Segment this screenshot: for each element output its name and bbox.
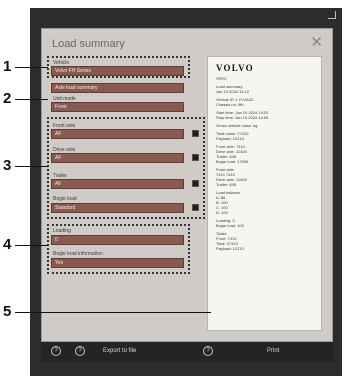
help-icon[interactable]: ?: [51, 346, 61, 356]
callout-1: 1: [3, 58, 12, 75]
front-axle-field[interactable]: All: [51, 129, 184, 139]
loading-label: Loading: [53, 228, 71, 234]
preview-line: Payload: 12210: [216, 246, 244, 251]
dialog-title: Load summary: [52, 38, 125, 50]
trailer-field[interactable]: All: [51, 179, 184, 189]
bogie-load-checkbox[interactable]: [192, 204, 199, 211]
trailer-checkbox[interactable]: [192, 180, 199, 187]
loading-field[interactable]: 0: [51, 235, 184, 245]
report-preview: VOLVO SPEC Load summary Jan 10 2024 14:12…: [207, 56, 322, 331]
preview-lines: SPEC Load summary Jan 10 2024 14:12 Vehic…: [216, 76, 313, 251]
callout-3-line: [15, 166, 48, 167]
bogie-info-label: Bogie load information: [53, 251, 103, 257]
info-icon[interactable]: ?: [75, 346, 85, 356]
print-help-icon[interactable]: ?: [203, 346, 213, 356]
print-button[interactable]: Print: [267, 348, 279, 354]
drive-axle-field[interactable]: All: [51, 153, 184, 163]
axle-load-summary-field[interactable]: Axle load summary: [51, 83, 184, 93]
callout-4-line: [15, 245, 48, 246]
front-axle-checkbox[interactable]: [192, 130, 199, 137]
drive-axle-checkbox[interactable]: [192, 154, 199, 161]
vehicle-field[interactable]: Volvo FH Series: [51, 66, 184, 76]
callout-3: 3: [3, 157, 12, 174]
callout-2-line: [15, 99, 48, 100]
bogie-info-field[interactable]: Yes: [51, 258, 184, 268]
bottom-toolbar: ? ? Export to file ? Print: [41, 342, 333, 362]
bogie-load-label: Bogie load: [53, 196, 77, 202]
callout-5: 5: [3, 303, 12, 320]
close-icon[interactable]: ✕: [310, 35, 323, 50]
callout-5-line: [15, 312, 211, 313]
callout-1-line: [15, 67, 48, 68]
export-to-file-button[interactable]: Export to file: [103, 348, 136, 354]
load-summary-dialog: Load summary ✕ Vehicle Volvo FH Series A…: [41, 28, 333, 342]
callout-4: 4: [3, 236, 12, 253]
resize-corner-icon: [328, 11, 336, 19]
unit-mode-field[interactable]: Front: [51, 102, 184, 112]
bogie-load-field[interactable]: Standard: [51, 203, 184, 213]
volvo-logo: VOLVO: [216, 63, 254, 73]
callout-2: 2: [3, 90, 12, 107]
